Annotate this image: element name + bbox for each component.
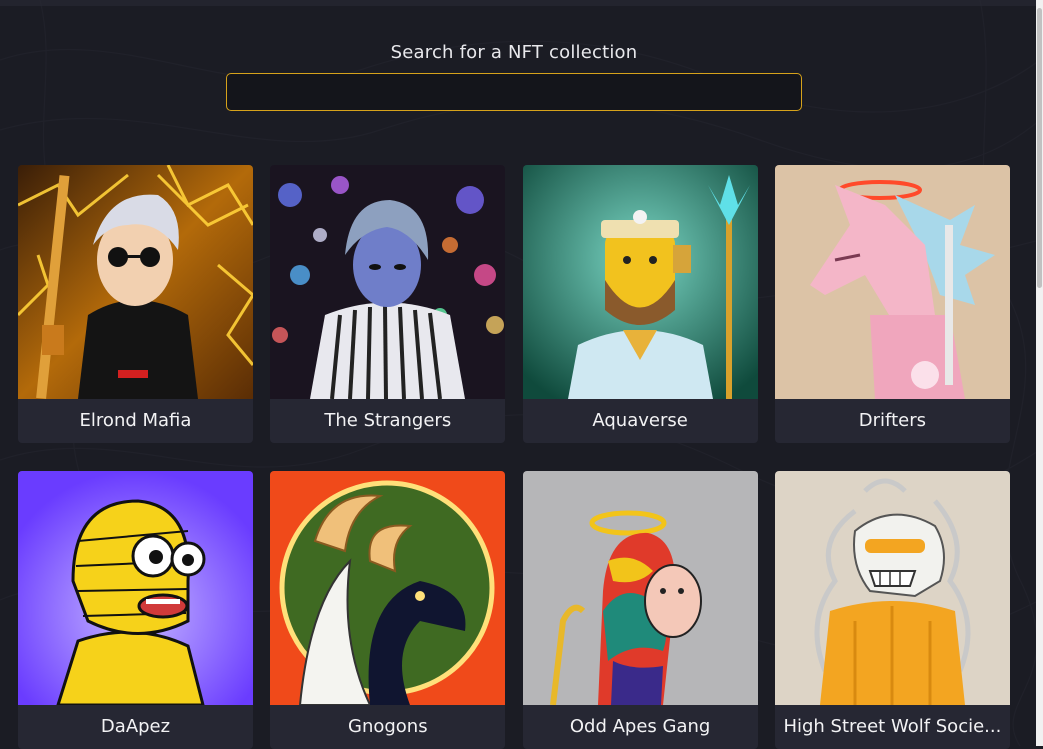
collection-name: The Strangers — [324, 410, 452, 431]
search-input[interactable] — [226, 73, 802, 111]
the-strangers-artwork — [270, 165, 506, 399]
scrollbar-thumb[interactable] — [1037, 8, 1042, 288]
search-label: Search for a NFT collection — [390, 42, 638, 63]
collection-card[interactable]: Elrond Mafia — [18, 165, 253, 443]
daapez-artwork — [18, 471, 253, 705]
collection-name: Odd Apes Gang — [569, 716, 711, 737]
collection-card[interactable]: Drifters — [774, 165, 1010, 443]
gnogons-artwork — [270, 471, 506, 705]
collection-card[interactable]: Odd Apes Gang — [522, 471, 758, 749]
collection-card[interactable]: The Strangers — [270, 165, 506, 443]
collection-name: Aquaverse — [592, 410, 688, 431]
scrollbar[interactable] — [1036, 0, 1043, 746]
collection-name: High Street Wolf Socie... — [783, 716, 1002, 737]
collection-card[interactable]: DaApez — [18, 471, 253, 749]
aquaverse-artwork — [522, 165, 758, 399]
drifters-artwork — [774, 165, 1010, 399]
top-bar — [0, 0, 1036, 6]
collection-card[interactable]: High Street Wolf Socie... — [774, 471, 1010, 749]
collection-card[interactable]: Aquaverse — [522, 165, 758, 443]
collection-grid: Elrond Mafia The Strangers Aquaverse Dri… — [18, 165, 1010, 749]
collection-card[interactable]: Gnogons — [270, 471, 506, 749]
collection-name: Gnogons — [348, 716, 428, 737]
odd-apes-gang-artwork — [522, 471, 758, 705]
collection-name: Elrond Mafia — [79, 410, 192, 431]
elrond-mafia-artwork — [18, 165, 253, 399]
collection-name: Drifters — [858, 410, 926, 431]
high-street-wolf-society-artwork — [774, 471, 1010, 705]
collection-name: DaApez — [100, 716, 171, 737]
